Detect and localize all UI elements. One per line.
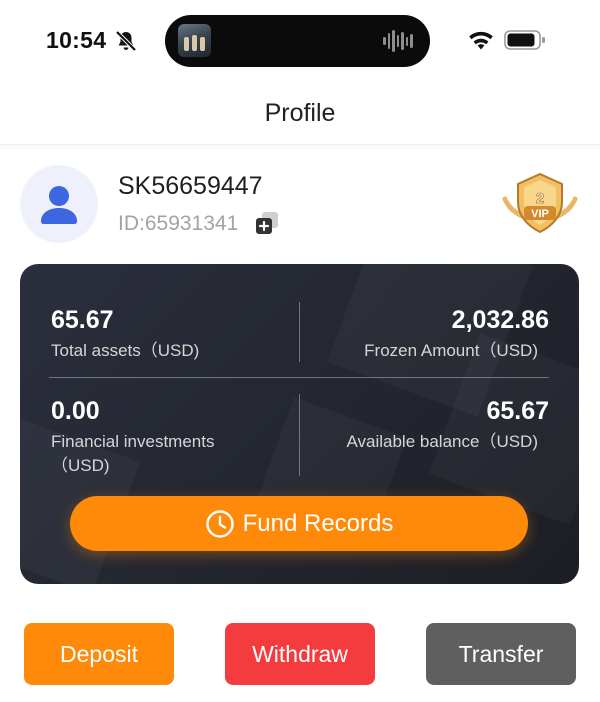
status-bar: 10:54	[0, 0, 600, 80]
financial-investments-value: 0.00	[51, 397, 100, 425]
available-balance-label: Available balance（USD)	[346, 432, 538, 451]
divider-vertical-top	[299, 302, 300, 362]
total-assets-value: 65.67	[51, 306, 114, 334]
financial-investments-label: Financial investments	[51, 432, 215, 451]
frozen-amount-label: Frozen Amount（USD)	[364, 341, 538, 360]
divider-horizontal	[49, 377, 549, 378]
total-assets-label: Total assets（USD)	[51, 341, 200, 360]
copy-icon[interactable]	[254, 210, 280, 236]
username: SK56659447	[118, 172, 263, 200]
available-balance-value: 65.67	[486, 397, 549, 425]
clock-icon	[205, 509, 234, 538]
user-id: ID:65931341	[118, 212, 239, 235]
avatar[interactable]	[20, 165, 98, 243]
vip-badge-icon: 2 VIP	[502, 172, 578, 234]
vip-text: VIP	[531, 208, 549, 220]
assets-card: 65.67 Total assets（USD) 2,032.86 Frozen …	[20, 264, 579, 584]
frozen-amount-value: 2,032.86	[451, 306, 549, 334]
fund-records-label: Fund Records	[242, 509, 394, 537]
nav-header: Profile	[0, 80, 600, 145]
deposit-button[interactable]: Deposit	[24, 623, 174, 685]
fund-records-button[interactable]: Fund Records	[70, 496, 528, 551]
muted-bell-icon	[115, 30, 137, 52]
wifi-icon	[469, 31, 493, 50]
dynamic-island[interactable]	[165, 15, 430, 67]
user-icon	[41, 186, 77, 224]
vip-level: 2	[536, 190, 544, 207]
sound-wave-icon	[383, 30, 414, 52]
transfer-button[interactable]: Transfer	[426, 623, 576, 685]
status-time: 10:54	[46, 27, 107, 53]
withdraw-button[interactable]: Withdraw	[225, 623, 375, 685]
financial-investments-unit: （USD)	[51, 456, 110, 475]
battery-icon	[504, 30, 545, 50]
divider-vertical-bottom	[299, 394, 300, 476]
page-title: Profile	[264, 99, 336, 127]
now-playing-artwork	[178, 24, 211, 57]
